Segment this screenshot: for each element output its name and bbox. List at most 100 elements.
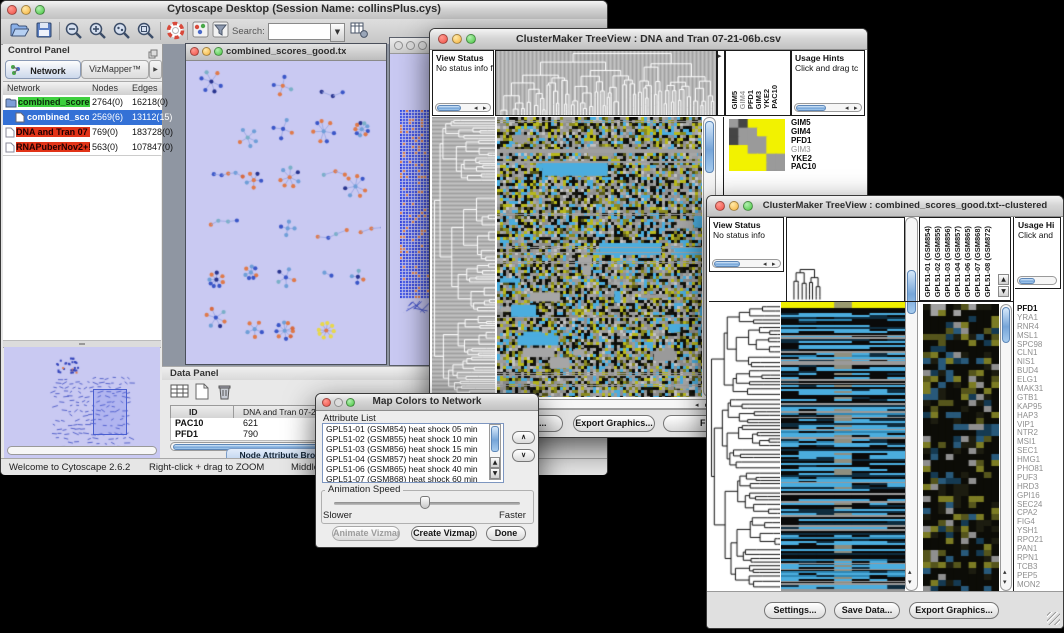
scroll-thumb[interactable] bbox=[1019, 278, 1035, 284]
tv1-detail-matrix-canvas[interactable] bbox=[729, 119, 785, 171]
move-up-button[interactable]: ∧ bbox=[512, 431, 535, 444]
help-button[interactable] bbox=[166, 21, 186, 41]
array-col-label[interactable]: GPL51-06 (GSM865) bbox=[963, 226, 973, 297]
matrix-col-label[interactable]: GIM5 bbox=[730, 91, 738, 109]
close-icon[interactable] bbox=[322, 398, 331, 407]
search-dropdown-button[interactable]: ▼ bbox=[330, 23, 345, 42]
zoom-selected-button[interactable] bbox=[112, 21, 132, 41]
matrix-row-label[interactable]: PAC10 bbox=[791, 162, 865, 171]
scroll-left-icon[interactable]: ◂ bbox=[845, 104, 849, 113]
gene-label[interactable]: PAN1 bbox=[1017, 544, 1061, 553]
scroll-right-icon[interactable]: ▸ bbox=[772, 260, 776, 269]
scroll-up-icon[interactable]: ▴ bbox=[908, 568, 912, 577]
minimize-icon[interactable] bbox=[202, 47, 211, 56]
gene-label[interactable]: CPA2 bbox=[1017, 508, 1061, 517]
array-col-label[interactable]: GPL51-02 (GSM855) bbox=[933, 226, 943, 297]
zoom-out-button[interactable] bbox=[64, 21, 84, 41]
overview-hscrollbar[interactable] bbox=[7, 446, 157, 455]
close-icon[interactable] bbox=[190, 47, 199, 56]
minimize-icon[interactable] bbox=[729, 201, 739, 211]
array-col-label[interactable]: GPL51-07 (GSM868) bbox=[973, 226, 983, 297]
scroll-thumb[interactable] bbox=[1002, 307, 1010, 343]
matrix-row-label[interactable]: GIM5 bbox=[791, 118, 865, 127]
gene-label[interactable]: SEC24 bbox=[1017, 500, 1061, 509]
tv2-column-dendrogram-canvas[interactable] bbox=[786, 217, 905, 302]
attribute-item[interactable]: GPL51-04 (GSM857) heat shock 20 min bbox=[323, 454, 503, 464]
gene-label[interactable]: FIG4 bbox=[1017, 517, 1061, 526]
matrix-col-label[interactable]: PFD1 bbox=[746, 90, 754, 109]
tv2-hints-scrollbar[interactable] bbox=[1017, 276, 1057, 285]
matrix-col-label[interactable]: GIM3 bbox=[754, 91, 762, 109]
attribute-select-button[interactable] bbox=[170, 383, 190, 405]
zoom-window-icon[interactable] bbox=[214, 47, 223, 56]
network-overview-canvas[interactable] bbox=[4, 347, 160, 458]
detach-panel-icon[interactable] bbox=[148, 46, 158, 56]
vizmapper-tool-button[interactable] bbox=[192, 21, 212, 41]
create-vizmap-button[interactable]: Create Vizmap bbox=[411, 526, 477, 541]
attribute-item[interactable]: GPL51-07 (GSM868) heat shock 60 min bbox=[323, 474, 503, 483]
close-icon[interactable] bbox=[715, 201, 725, 211]
gene-label[interactable]: NIS1 bbox=[1017, 357, 1061, 366]
tv2-main-vscrollbar[interactable]: ▴ ▾ bbox=[905, 217, 918, 591]
tv2-row-dendrogram-canvas[interactable] bbox=[709, 302, 780, 591]
array-col-label[interactable]: GPL51-04 (GSM857) bbox=[953, 226, 963, 297]
scroll-left-icon[interactable]: ◂ bbox=[474, 104, 478, 113]
gene-label[interactable]: YRA1 bbox=[1017, 313, 1061, 322]
array-col-label[interactable]: GPL51-03 (GSM856) bbox=[943, 226, 953, 297]
scroll-right-icon[interactable]: ▸ bbox=[718, 52, 722, 61]
overview-viewport-rect[interactable] bbox=[93, 389, 127, 435]
scroll-thumb[interactable] bbox=[437, 105, 461, 111]
gene-label[interactable]: MAK31 bbox=[1017, 384, 1061, 393]
table-row[interactable]: RNAPuberNov2+! 563(0) 107847(0) bbox=[3, 140, 162, 155]
tv1-status-scrollbar[interactable]: ◂ ▸ bbox=[435, 103, 491, 112]
network-view-canvas[interactable] bbox=[190, 61, 381, 360]
gene-label[interactable]: NTR2 bbox=[1017, 428, 1061, 437]
scroll-right-icon[interactable]: ▸ bbox=[483, 104, 487, 113]
import-table-button[interactable] bbox=[350, 21, 370, 41]
attribute-item[interactable]: GPL51-06 (GSM865) heat shock 40 min bbox=[323, 464, 503, 474]
table-row[interactable]: DNA and Tran 07 769(0) 183728(0) bbox=[3, 125, 162, 140]
treeview2-titlebar[interactable]: ClusterMaker TreeView : combined_scores_… bbox=[707, 196, 1063, 217]
attribute-list-scrollbar[interactable]: ▲ ▼ bbox=[489, 424, 501, 480]
scroll-thumb[interactable] bbox=[796, 105, 826, 111]
gene-label[interactable]: GPI16 bbox=[1017, 491, 1061, 500]
zoom-in-button[interactable] bbox=[88, 21, 108, 41]
gene-label[interactable]: MSI1 bbox=[1017, 437, 1061, 446]
minimize-icon[interactable] bbox=[334, 398, 343, 407]
gene-label[interactable]: KAP95 bbox=[1017, 402, 1061, 411]
scroll-left-icon[interactable]: ◂ bbox=[763, 260, 767, 269]
gene-label[interactable]: VIP1 bbox=[1017, 420, 1061, 429]
move-down-button[interactable]: ∨ bbox=[512, 449, 535, 462]
gene-label[interactable]: TCB3 bbox=[1017, 562, 1061, 571]
tab-vizmapper[interactable]: VizMapper™ bbox=[81, 60, 149, 79]
table-row-selected[interactable]: combined_sco 2569(6) 13112(15) bbox=[3, 110, 162, 125]
zoom-window-icon[interactable] bbox=[418, 41, 427, 50]
search-input[interactable] bbox=[268, 23, 332, 40]
scroll-down-icon[interactable]: ▾ bbox=[1003, 578, 1007, 587]
zoom-window-icon[interactable] bbox=[346, 398, 355, 407]
tv2-detail-vscrollbar[interactable]: ▴ ▾ bbox=[1000, 304, 1012, 591]
tv2-detail-heatmap-canvas[interactable] bbox=[923, 304, 999, 591]
close-icon[interactable] bbox=[394, 41, 403, 50]
export-graphics-button[interactable]: Export Graphics... bbox=[909, 602, 999, 619]
gene-label[interactable]: ELG1 bbox=[1017, 375, 1061, 384]
filter-button[interactable] bbox=[212, 21, 232, 41]
done-button[interactable]: Done bbox=[486, 526, 526, 541]
array-col-label[interactable]: GPL51-01 (GSM854) bbox=[923, 226, 933, 297]
scroll-up-icon[interactable]: ▲ bbox=[998, 274, 1009, 285]
network-frame-1-titlebar[interactable]: combined_scores_good.txt--cluste... bbox=[186, 44, 386, 61]
close-icon[interactable] bbox=[438, 34, 448, 44]
tv2-heatmap-canvas[interactable] bbox=[781, 302, 905, 591]
scroll-down-icon[interactable]: ▼ bbox=[998, 286, 1009, 297]
main-titlebar[interactable]: Cytoscape Desktop (Session Name: collins… bbox=[1, 1, 607, 20]
array-col-label[interactable]: GPL51-08 (GSM872) bbox=[983, 226, 993, 297]
minimize-icon[interactable] bbox=[406, 41, 415, 50]
scroll-down-icon[interactable]: ▼ bbox=[490, 468, 500, 479]
gene-label[interactable]: HAP3 bbox=[1017, 411, 1061, 420]
minimize-icon[interactable] bbox=[452, 34, 462, 44]
tv1-column-dendrogram-canvas[interactable] bbox=[495, 50, 717, 116]
resize-grip[interactable] bbox=[1047, 612, 1060, 625]
gene-label[interactable]: MSL1 bbox=[1017, 331, 1061, 340]
tv2-status-scrollbar[interactable]: ◂ ▸ bbox=[712, 259, 781, 268]
gene-label[interactable]: GTB1 bbox=[1017, 393, 1061, 402]
